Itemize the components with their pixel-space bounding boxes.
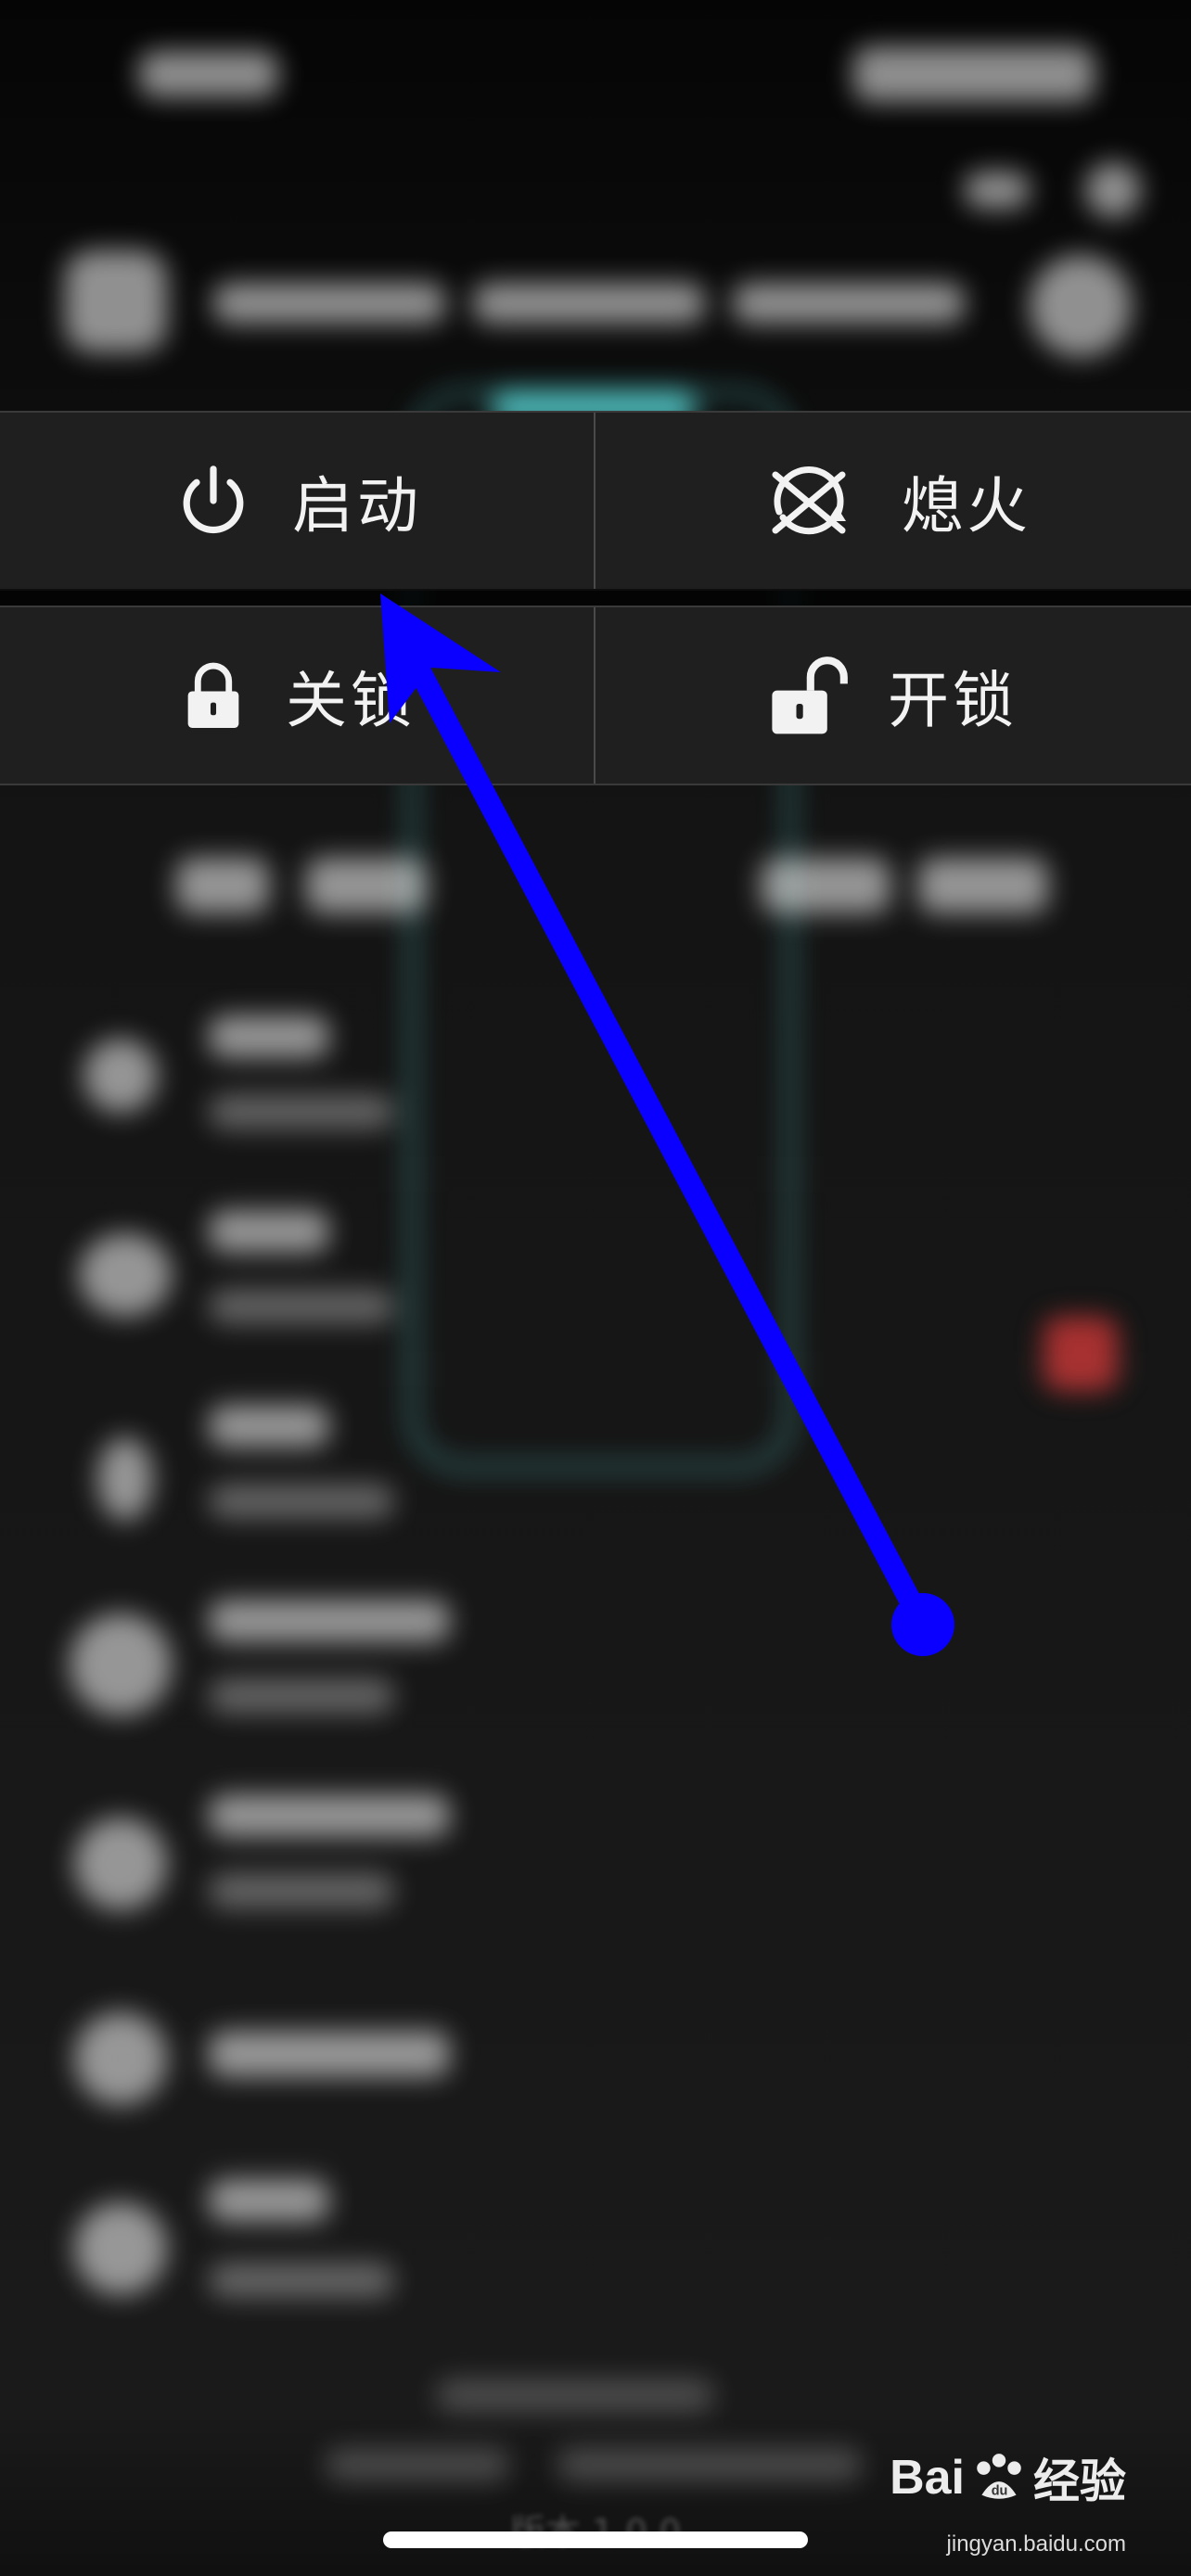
home-indicator[interactable] bbox=[383, 2531, 808, 2548]
watermark-brand: Bai bbox=[890, 2451, 965, 2505]
watermark-url: jingyan.baidu.com bbox=[946, 2531, 1126, 2557]
svg-text:du: du bbox=[992, 2484, 1008, 2499]
paw-icon: du bbox=[977, 2454, 1021, 2499]
baidu-watermark: Bai du 经验 bbox=[890, 2444, 1126, 2511]
watermark-cn: 经验 bbox=[1033, 2455, 1126, 2508]
annotation-arrow bbox=[380, 593, 954, 1656]
